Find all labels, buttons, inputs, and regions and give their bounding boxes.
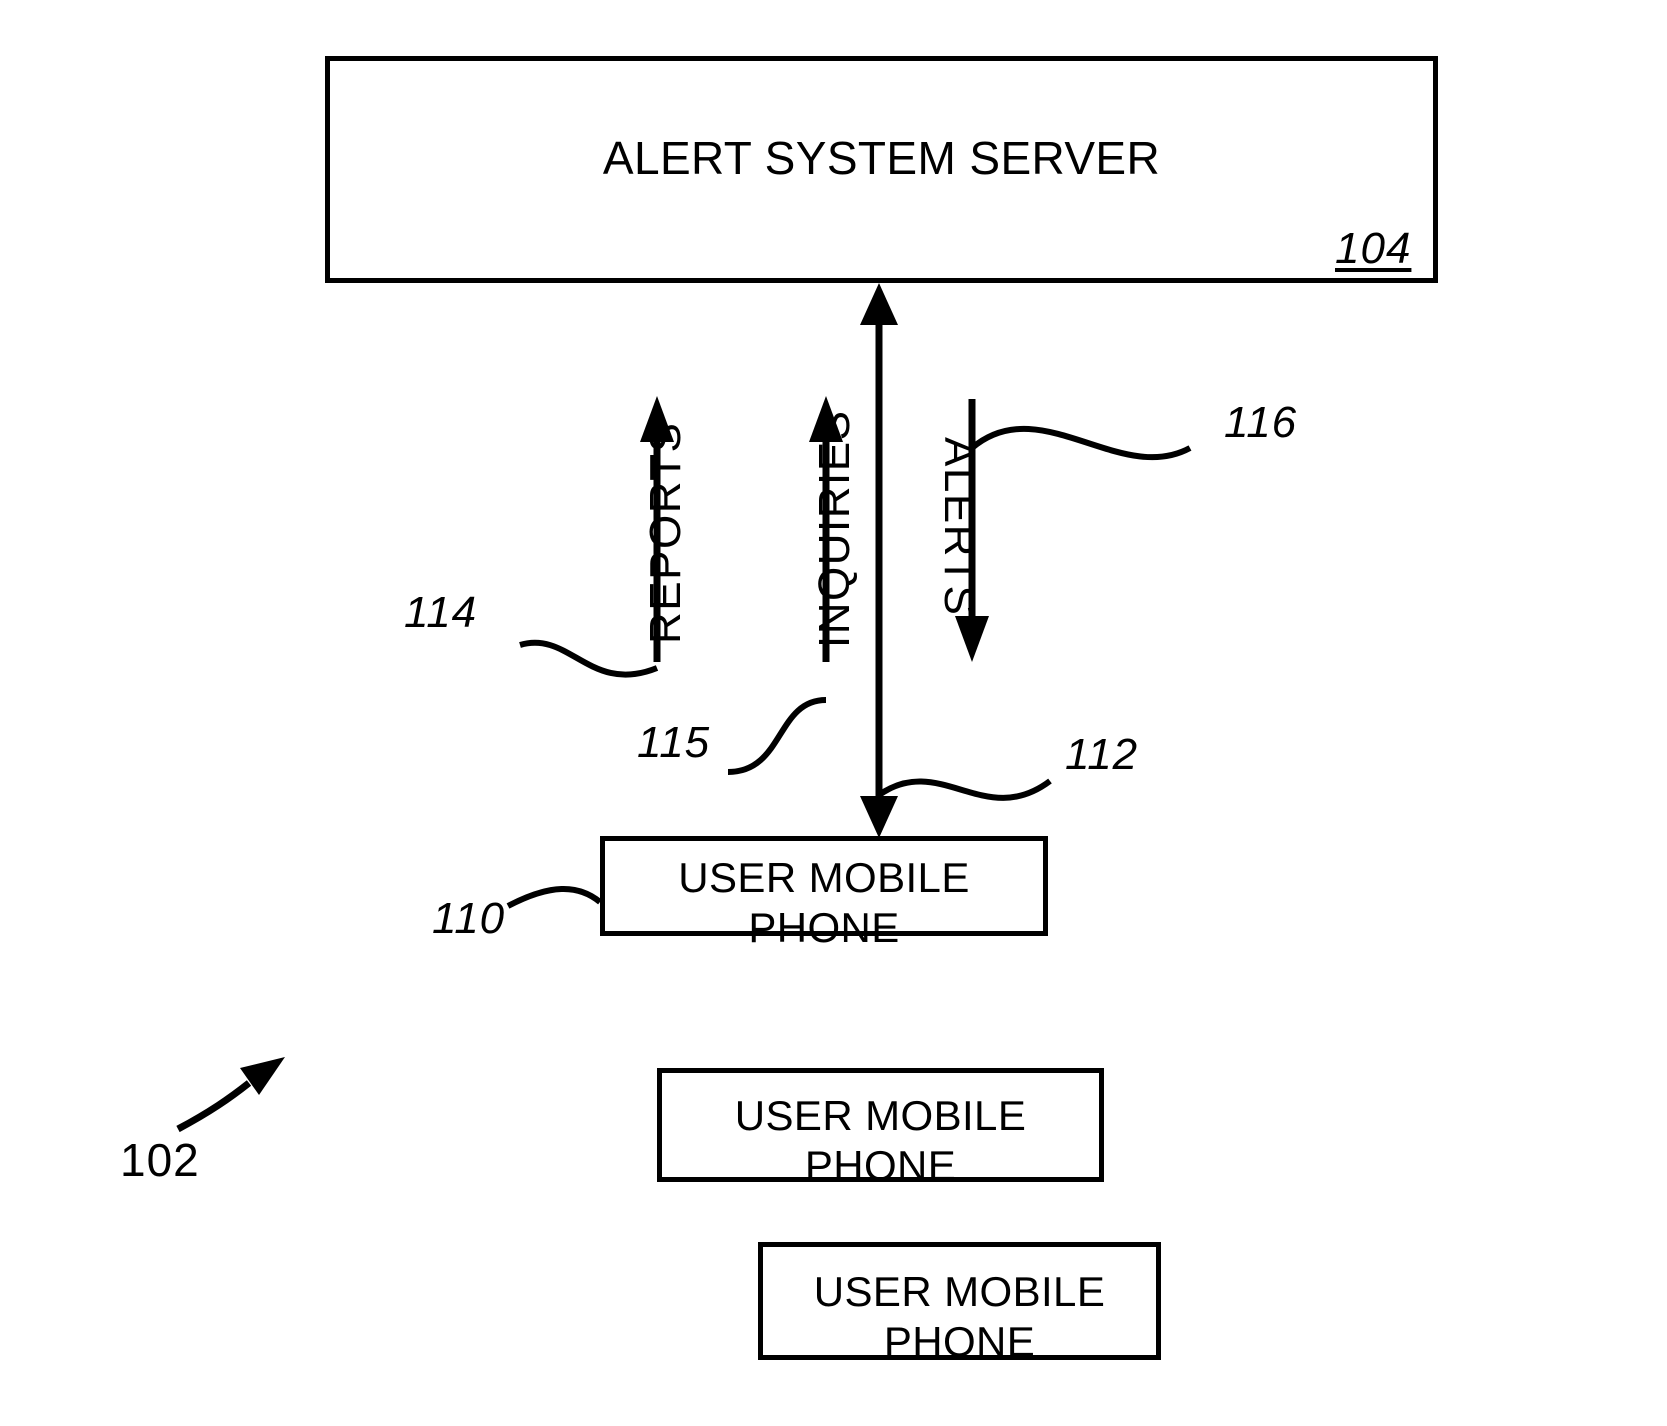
node-user-mobile-phone-2[interactable]: USER MOBILE PHONE xyxy=(657,1068,1104,1189)
leader-line-110 xyxy=(506,885,602,909)
leader-line-112 xyxy=(877,778,1052,801)
node-user-mobile-phone-3[interactable]: USER MOBILE PHONE xyxy=(758,1242,1161,1365)
reference-numeral-104: 104 xyxy=(1335,224,1412,273)
node-alert-system-server[interactable]: ALERT SYSTEM SERVER xyxy=(325,56,1438,283)
leader-line-116 xyxy=(970,425,1192,461)
flow-label-alerts: ALERTS xyxy=(935,437,984,617)
leader-line-115 xyxy=(727,697,827,775)
phone-box-2-label: USER MOBILE PHONE xyxy=(734,1092,1027,1189)
reference-numeral-115: 115 xyxy=(637,718,711,767)
figure-ref-arrow-102 xyxy=(176,1057,285,1133)
flow-label-reports: REPORTS xyxy=(641,421,690,644)
phone-box-1-label: USER MOBILE PHONE xyxy=(678,854,970,951)
reference-numeral-114: 114 xyxy=(404,588,478,637)
reference-numeral-112: 112 xyxy=(1065,730,1139,779)
node-user-mobile-phone-1[interactable]: USER MOBILE PHONE xyxy=(600,836,1048,951)
flow-label-inquiries: INQUIRIES xyxy=(810,409,859,648)
reference-numeral-102: 102 xyxy=(120,1134,200,1186)
reference-numeral-110: 110 xyxy=(432,894,506,943)
reference-numeral-116: 116 xyxy=(1224,398,1298,447)
server-box-label: ALERT SYSTEM SERVER xyxy=(602,132,1161,184)
flow-link-112 xyxy=(860,283,898,838)
leader-line-114 xyxy=(519,639,659,678)
phone-box-3-label: USER MOBILE PHONE xyxy=(813,1268,1106,1365)
patent-figure: ALERT SYSTEM SERVER 104 USER MOBILE PHON… xyxy=(0,0,1667,1426)
